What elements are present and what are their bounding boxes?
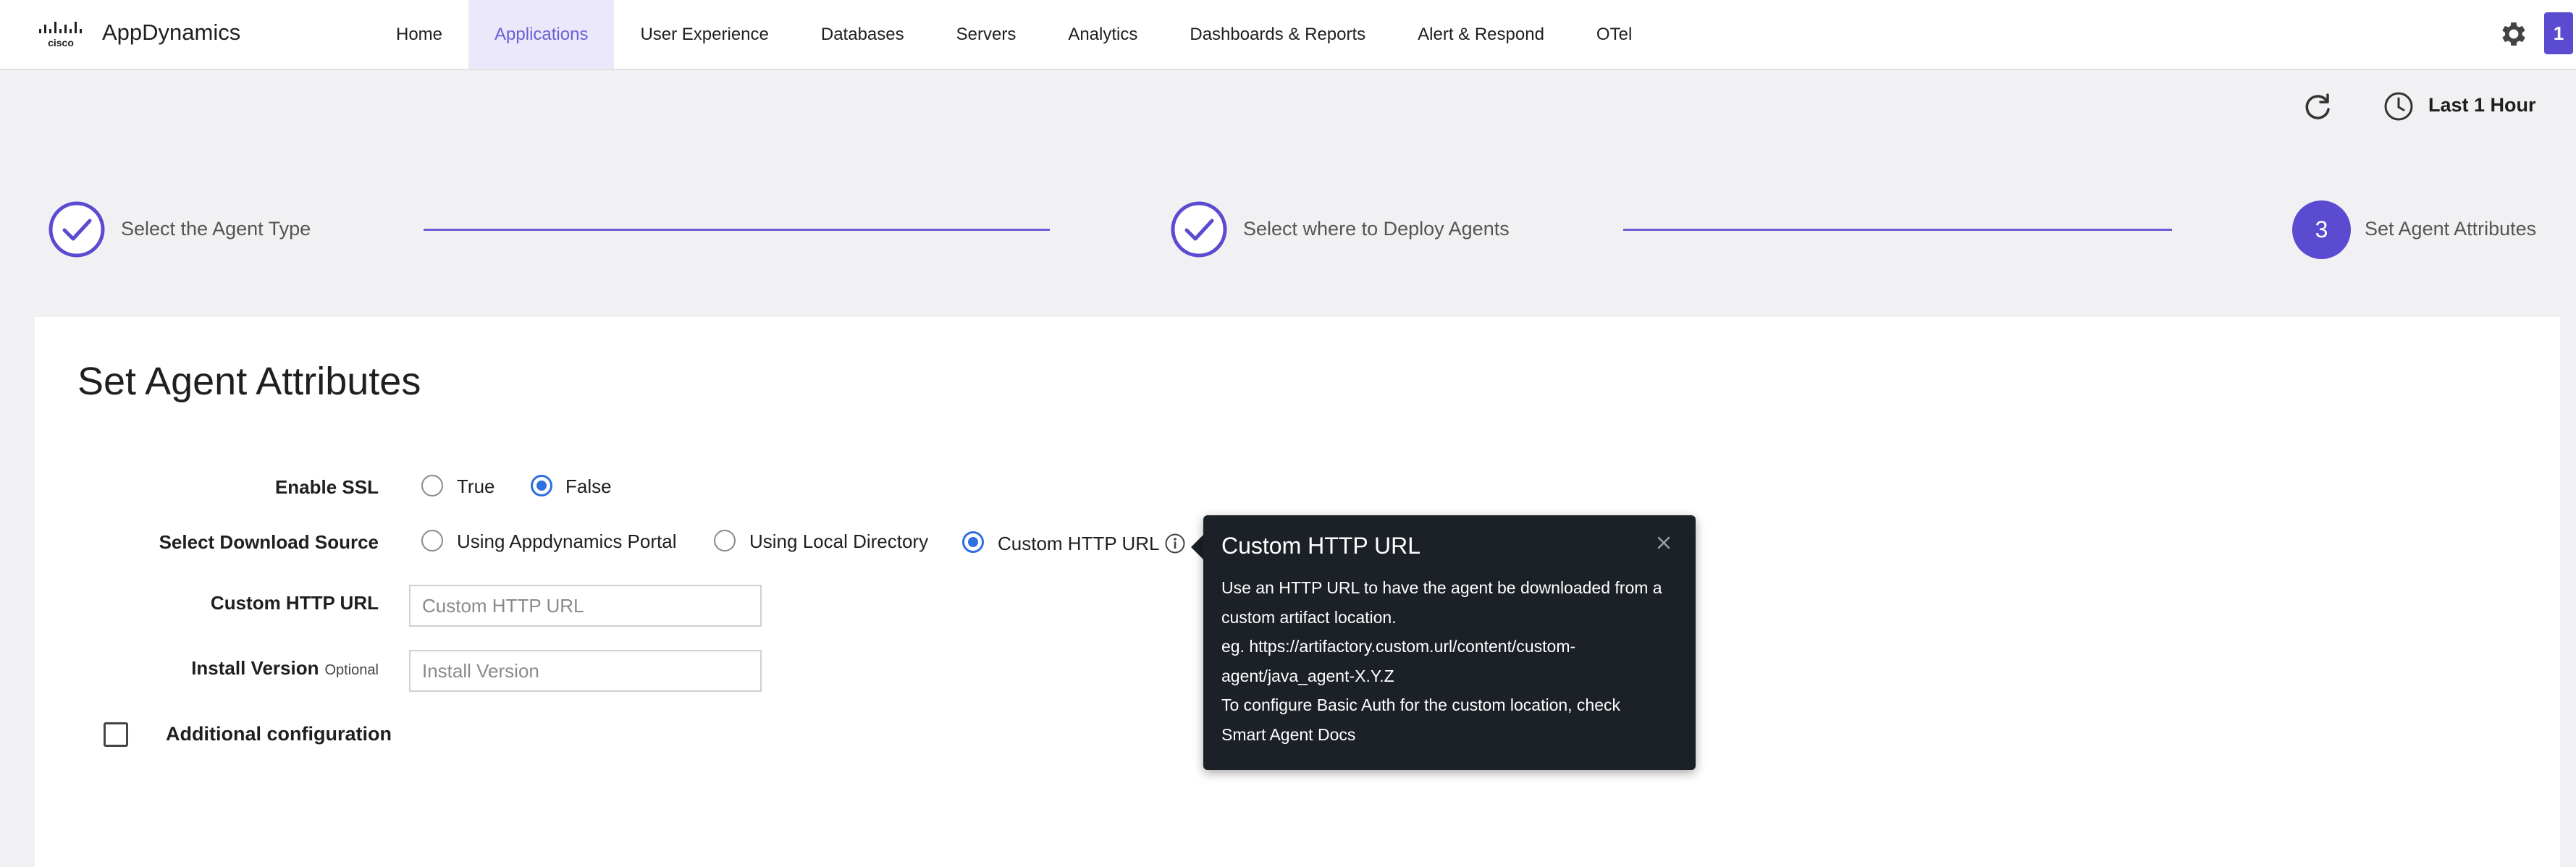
tooltip-line: eg. https://artifactory.custom.url/conte… (1221, 637, 1576, 656)
custom-http-url-input[interactable] (409, 585, 762, 627)
install-version-label: Install Version Optional (31, 657, 379, 680)
enable-ssl-label: Enable SSL (274, 476, 379, 498)
tooltip-line: agent/java_agent-X.Y.Z (1221, 666, 1394, 685)
source-local-directory-radio[interactable] (714, 530, 736, 551)
app-brand-name[interactable]: AppDynamics (102, 20, 240, 46)
optional-tag: Optional (324, 662, 379, 678)
install-version-input[interactable] (409, 650, 762, 692)
step-connector-1 (424, 229, 1050, 231)
source-custom-url-radio[interactable] (962, 531, 984, 553)
custom-http-url-label: Custom HTTP URL (210, 592, 379, 614)
step-3-number: 3 (2292, 200, 2351, 259)
ssl-true-radio[interactable] (421, 475, 443, 496)
step-2-check-circle-icon (1171, 201, 1227, 258)
gear-icon[interactable] (2498, 18, 2530, 50)
additional-configuration-checkbox[interactable] (104, 722, 128, 747)
nav-otel[interactable]: OTel (1570, 0, 1658, 69)
info-icon[interactable] (1164, 533, 1186, 554)
ssl-true-label[interactable]: True (457, 475, 495, 498)
source-local-directory-label[interactable]: Using Local Directory (749, 530, 928, 553)
nav-applications[interactable]: Applications (468, 0, 615, 69)
refresh-icon[interactable] (2301, 90, 2334, 123)
nav-home[interactable]: Home (370, 0, 468, 69)
tooltip-arrow (1191, 534, 1204, 560)
page-title: Set Agent Attributes (77, 360, 421, 403)
nav-alert-respond[interactable]: Alert & Respond (1392, 0, 1570, 69)
custom-url-tooltip: Custom HTTP URL Use an HTTP URL to have … (1203, 515, 1696, 770)
step-1-check-circle-icon (49, 201, 105, 258)
nav-dashboards-reports[interactable]: Dashboards & Reports (1163, 0, 1392, 69)
svg-text:cisco: cisco (48, 37, 74, 48)
source-portal-label[interactable]: Using Appdynamics Portal (457, 530, 676, 553)
install-version-label-text: Install Version (191, 657, 319, 679)
clock-icon[interactable] (2383, 91, 2414, 122)
step-3-label: Set Agent Attributes (2365, 218, 2537, 240)
tooltip-body: Use an HTTP URL to have the agent be dow… (1221, 573, 1685, 749)
nav-analytics[interactable]: Analytics (1042, 0, 1163, 69)
cisco-logo[interactable]: cisco (38, 20, 84, 49)
step-connector-2 (1623, 229, 2172, 231)
top-nav-bar: cisco AppDynamics Home Applications User… (0, 0, 2576, 70)
main-nav: Home Applications User Experience Databa… (370, 0, 1658, 69)
source-portal-radio[interactable] (421, 530, 443, 551)
step-1-label: Select the Agent Type (121, 218, 311, 240)
nav-user-experience[interactable]: User Experience (614, 0, 794, 69)
download-source-label: Select Download Source (159, 531, 379, 553)
close-icon[interactable] (1654, 533, 1674, 553)
time-range-selector[interactable]: Last 1 Hour (2428, 94, 2536, 117)
nav-databases[interactable]: Databases (795, 0, 930, 69)
additional-configuration-label[interactable]: Additional configuration (166, 723, 392, 745)
notification-badge[interactable]: 1 (2544, 12, 2573, 54)
ssl-false-label[interactable]: False (565, 475, 612, 498)
nav-servers[interactable]: Servers (930, 0, 1043, 69)
source-custom-url-label[interactable]: Custom HTTP URL (998, 533, 1159, 555)
tooltip-line: To configure Basic Auth for the custom l… (1221, 695, 1621, 714)
tooltip-title: Custom HTTP URL (1221, 533, 1421, 559)
step-2-label: Select where to Deploy Agents (1243, 218, 1510, 240)
smart-agent-docs-link[interactable]: Smart Agent Docs (1221, 720, 1685, 750)
tooltip-line: Use an HTTP URL to have the agent be dow… (1221, 578, 1662, 597)
ssl-false-radio[interactable] (531, 475, 552, 496)
tooltip-line: custom artifact location. (1221, 607, 1397, 627)
